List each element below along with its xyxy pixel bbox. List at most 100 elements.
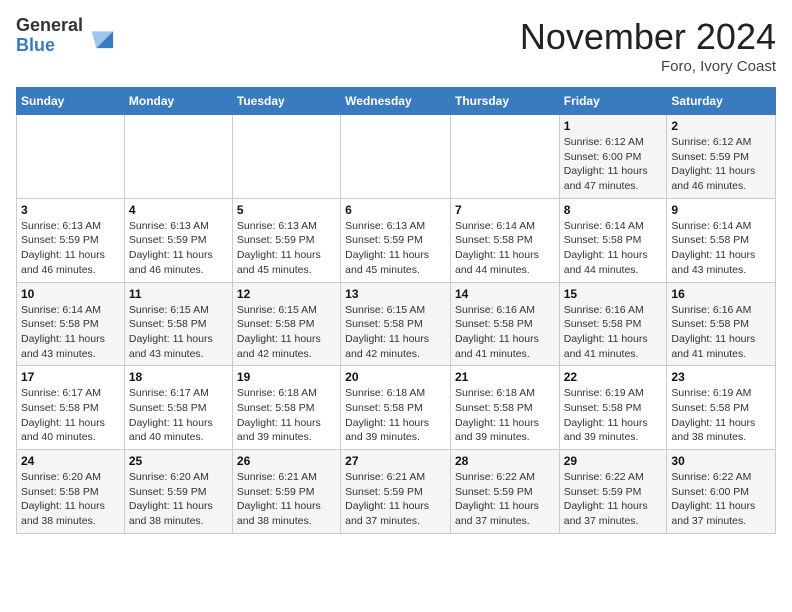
- day-number: 7: [455, 203, 555, 217]
- day-number: 27: [345, 454, 446, 468]
- weekday-header: Thursday: [450, 88, 559, 115]
- day-info: Sunrise: 6:18 AM Sunset: 5:58 PM Dayligh…: [455, 386, 555, 445]
- day-number: 6: [345, 203, 446, 217]
- calendar-week-row: 10 Sunrise: 6:14 AM Sunset: 5:58 PM Dayli…: [17, 282, 776, 366]
- calendar-cell: 20Sunrise: 6:18 AM Sunset: 5:58 PM Dayli…: [341, 366, 451, 450]
- day-info: Sunrise: 6:19 AM Sunset: 5:58 PM Dayligh…: [671, 386, 771, 445]
- day-number: 22: [564, 370, 663, 384]
- calendar-body: 1 Sunrise: 6:12 AM Sunset: 6:00 PM Daylig…: [17, 115, 776, 534]
- day-number: 20: [345, 370, 446, 384]
- calendar-cell: 9Sunrise: 6:14 AM Sunset: 5:58 PM Daylig…: [667, 198, 776, 282]
- day-info: Sunrise: 6:17 AM Sunset: 5:58 PM Dayligh…: [21, 386, 120, 445]
- day-info: Sunrise: 6:12 AM Sunset: 6:00 PM Dayligh…: [564, 135, 663, 194]
- day-info: Sunrise: 6:16 AM Sunset: 5:58 PM Dayligh…: [564, 303, 663, 362]
- location: Foro, Ivory Coast: [520, 58, 776, 75]
- day-info: Sunrise: 6:16 AM Sunset: 5:58 PM Dayligh…: [671, 303, 771, 362]
- calendar-cell: 7 Sunrise: 6:14 AM Sunset: 5:58 PM Daylig…: [450, 198, 559, 282]
- day-number: 13: [345, 287, 446, 301]
- calendar-cell: 12 Sunrise: 6:15 AM Sunset: 5:58 PM Dayli…: [232, 282, 340, 366]
- month-title: November 2024: [520, 16, 776, 58]
- day-number: 17: [21, 370, 120, 384]
- calendar-cell: 4 Sunrise: 6:13 AM Sunset: 5:59 PM Daylig…: [124, 198, 232, 282]
- calendar-cell: 24Sunrise: 6:20 AM Sunset: 5:58 PM Dayli…: [17, 450, 125, 534]
- logo-general: General: [16, 16, 83, 36]
- logo: General Blue: [16, 16, 115, 56]
- calendar-cell: 5 Sunrise: 6:13 AM Sunset: 5:59 PM Daylig…: [232, 198, 340, 282]
- calendar-header: SundayMondayTuesdayWednesdayThursdayFrid…: [17, 88, 776, 115]
- day-number: 1: [564, 119, 663, 133]
- day-info: Sunrise: 6:21 AM Sunset: 5:59 PM Dayligh…: [237, 470, 336, 529]
- calendar-cell: 29 Sunrise: 6:22 AM Sunset: 5:59 PM Dayli…: [559, 450, 667, 534]
- weekday-header: Saturday: [667, 88, 776, 115]
- day-info: Sunrise: 6:13 AM Sunset: 5:59 PM Dayligh…: [237, 219, 336, 278]
- day-number: 10: [21, 287, 120, 301]
- day-number: 29: [564, 454, 663, 468]
- day-info: Sunrise: 6:15 AM Sunset: 5:58 PM Dayligh…: [129, 303, 228, 362]
- day-number: 14: [455, 287, 555, 301]
- day-info: Sunrise: 6:22 AM Sunset: 5:59 PM Dayligh…: [455, 470, 555, 529]
- day-number: 12: [237, 287, 336, 301]
- day-number: 15: [564, 287, 663, 301]
- day-info: Sunrise: 6:16 AM Sunset: 5:58 PM Dayligh…: [455, 303, 555, 362]
- calendar-cell: 13 Sunrise: 6:15 AM Sunset: 5:58 PM Dayli…: [341, 282, 451, 366]
- day-number: 2: [671, 119, 771, 133]
- calendar-cell: [450, 115, 559, 199]
- day-number: 28: [455, 454, 555, 468]
- calendar-cell: 2 Sunrise: 6:12 AM Sunset: 5:59 PM Daylig…: [667, 115, 776, 199]
- day-info: Sunrise: 6:20 AM Sunset: 5:58 PM Dayligh…: [21, 470, 120, 529]
- day-info: Sunrise: 6:15 AM Sunset: 5:58 PM Dayligh…: [345, 303, 446, 362]
- day-info: Sunrise: 6:14 AM Sunset: 5:58 PM Dayligh…: [455, 219, 555, 278]
- day-info: Sunrise: 6:14 AM Sunset: 5:58 PM Dayligh…: [671, 219, 771, 278]
- calendar-cell: 27 Sunrise: 6:21 AM Sunset: 5:59 PM Dayli…: [341, 450, 451, 534]
- day-info: Sunrise: 6:19 AM Sunset: 5:58 PM Dayligh…: [564, 386, 663, 445]
- calendar-cell: 26Sunrise: 6:21 AM Sunset: 5:59 PM Dayli…: [232, 450, 340, 534]
- day-info: Sunrise: 6:14 AM Sunset: 5:58 PM Dayligh…: [21, 303, 120, 362]
- calendar-week-row: 17 Sunrise: 6:17 AM Sunset: 5:58 PM Dayli…: [17, 366, 776, 450]
- day-info: Sunrise: 6:12 AM Sunset: 5:59 PM Dayligh…: [671, 135, 771, 194]
- day-info: Sunrise: 6:21 AM Sunset: 5:59 PM Dayligh…: [345, 470, 446, 529]
- weekday-header: Friday: [559, 88, 667, 115]
- day-number: 25: [129, 454, 228, 468]
- calendar-cell: 3 Sunrise: 6:13 AM Sunset: 5:59 PM Daylig…: [17, 198, 125, 282]
- day-info: Sunrise: 6:13 AM Sunset: 5:59 PM Dayligh…: [21, 219, 120, 278]
- day-info: Sunrise: 6:18 AM Sunset: 5:58 PM Dayligh…: [237, 386, 336, 445]
- day-info: Sunrise: 6:15 AM Sunset: 5:58 PM Dayligh…: [237, 303, 336, 362]
- calendar-cell: 21 Sunrise: 6:18 AM Sunset: 5:58 PM Dayli…: [450, 366, 559, 450]
- calendar-cell: 1 Sunrise: 6:12 AM Sunset: 6:00 PM Daylig…: [559, 115, 667, 199]
- day-number: 19: [237, 370, 336, 384]
- page-header: General Blue November 2024 Foro, Ivory C…: [16, 16, 776, 75]
- weekday-header-row: SundayMondayTuesdayWednesdayThursdayFrid…: [17, 88, 776, 115]
- calendar-cell: 28 Sunrise: 6:22 AM Sunset: 5:59 PM Dayli…: [450, 450, 559, 534]
- calendar-cell: 15 Sunrise: 6:16 AM Sunset: 5:58 PM Dayli…: [559, 282, 667, 366]
- logo-icon: [87, 22, 115, 50]
- weekday-header: Monday: [124, 88, 232, 115]
- calendar-cell: 30Sunrise: 6:22 AM Sunset: 6:00 PM Dayli…: [667, 450, 776, 534]
- calendar-week-row: 1 Sunrise: 6:12 AM Sunset: 6:00 PM Daylig…: [17, 115, 776, 199]
- day-number: 21: [455, 370, 555, 384]
- day-number: 4: [129, 203, 228, 217]
- day-info: Sunrise: 6:17 AM Sunset: 5:58 PM Dayligh…: [129, 386, 228, 445]
- day-number: 11: [129, 287, 228, 301]
- day-number: 5: [237, 203, 336, 217]
- calendar-week-row: 3 Sunrise: 6:13 AM Sunset: 5:59 PM Daylig…: [17, 198, 776, 282]
- day-info: Sunrise: 6:14 AM Sunset: 5:58 PM Dayligh…: [564, 219, 663, 278]
- weekday-header: Tuesday: [232, 88, 340, 115]
- logo-blue: Blue: [16, 36, 83, 56]
- day-info: Sunrise: 6:20 AM Sunset: 5:59 PM Dayligh…: [129, 470, 228, 529]
- calendar-table: SundayMondayTuesdayWednesdayThursdayFrid…: [16, 87, 776, 534]
- day-info: Sunrise: 6:13 AM Sunset: 5:59 PM Dayligh…: [345, 219, 446, 278]
- calendar-cell: [232, 115, 340, 199]
- calendar-cell: 16Sunrise: 6:16 AM Sunset: 5:58 PM Dayli…: [667, 282, 776, 366]
- day-number: 3: [21, 203, 120, 217]
- day-info: Sunrise: 6:22 AM Sunset: 5:59 PM Dayligh…: [564, 470, 663, 529]
- day-number: 30: [671, 454, 771, 468]
- day-number: 23: [671, 370, 771, 384]
- calendar-cell: 25 Sunrise: 6:20 AM Sunset: 5:59 PM Dayli…: [124, 450, 232, 534]
- calendar-week-row: 24Sunrise: 6:20 AM Sunset: 5:58 PM Dayli…: [17, 450, 776, 534]
- calendar-cell: 17 Sunrise: 6:17 AM Sunset: 5:58 PM Dayli…: [17, 366, 125, 450]
- calendar-cell: 6 Sunrise: 6:13 AM Sunset: 5:59 PM Daylig…: [341, 198, 451, 282]
- calendar-cell: 19 Sunrise: 6:18 AM Sunset: 5:58 PM Dayli…: [232, 366, 340, 450]
- day-info: Sunrise: 6:13 AM Sunset: 5:59 PM Dayligh…: [129, 219, 228, 278]
- weekday-header: Wednesday: [341, 88, 451, 115]
- day-number: 18: [129, 370, 228, 384]
